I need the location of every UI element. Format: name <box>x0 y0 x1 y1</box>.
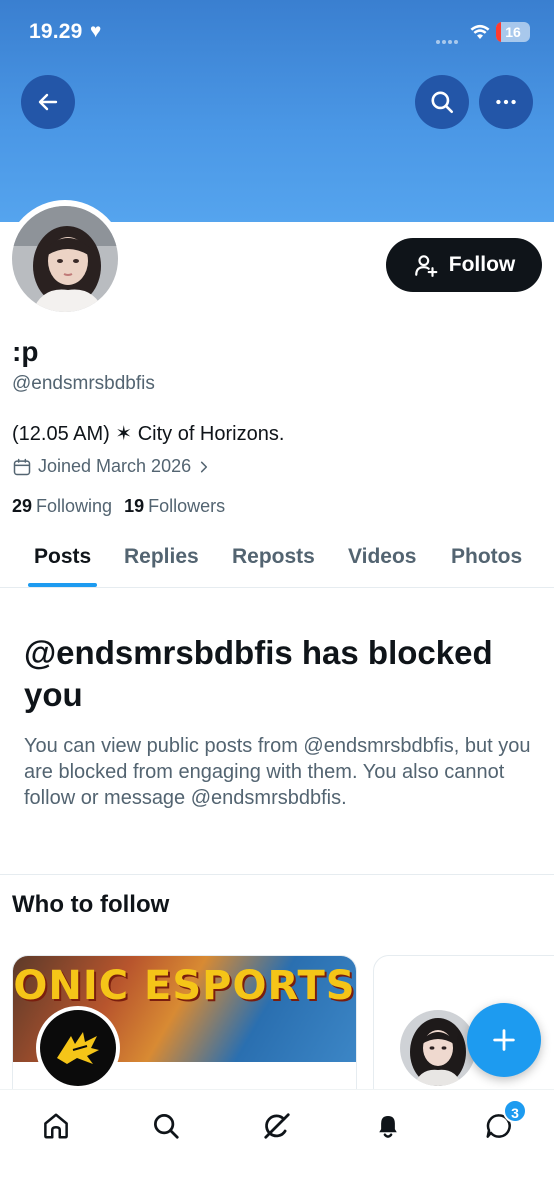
avatar-photo <box>12 206 118 312</box>
nav-notifications[interactable] <box>370 1108 406 1144</box>
banner-logo-text: ONIC ESPORTS <box>13 963 356 1009</box>
blocked-message: You can view public posts from @endsmrsb… <box>24 735 531 809</box>
active-tab-indicator <box>28 583 97 587</box>
messages-badge: 3 <box>503 1099 527 1123</box>
tab-posts[interactable]: Posts <box>34 545 91 569</box>
nav-search[interactable] <box>148 1108 184 1144</box>
avatar-photo <box>400 1010 476 1086</box>
who-to-follow-title: Who to follow <box>12 891 170 918</box>
more-options-button[interactable] <box>479 75 533 129</box>
wolf-logo-icon <box>57 1032 99 1064</box>
notifications-icon <box>379 1116 397 1138</box>
suggestion-avatar[interactable] <box>36 1006 120 1090</box>
nav-home[interactable] <box>38 1108 74 1144</box>
back-button[interactable] <box>21 75 75 129</box>
bottom-nav <box>0 1089 554 1200</box>
profile-tabs: Posts Replies Reposts Videos Photos <box>0 530 554 588</box>
search-icon <box>431 91 454 114</box>
follow-button-label: Follow <box>448 253 516 276</box>
chevron-right-icon <box>201 461 208 472</box>
blocked-title: @endsmrsbdbfis has blocked you <box>24 634 493 713</box>
follow-button[interactable]: Follow <box>386 238 542 292</box>
more-horizontal-icon <box>496 99 516 105</box>
search-button[interactable] <box>415 75 469 129</box>
tab-photos[interactable]: Photos <box>451 545 522 569</box>
grok-icon <box>264 1113 290 1139</box>
following-stat[interactable]: 29 Following <box>12 496 112 517</box>
followers-count: 19 <box>124 496 145 516</box>
plus-icon <box>493 1029 515 1051</box>
following-count: 29 <box>12 496 33 516</box>
heart-icon: ♥ <box>90 21 102 42</box>
display-name: :p <box>12 336 39 367</box>
joined-label: Joined March 2026 <box>38 456 192 476</box>
status-bar: 19.29 ♥ 16 <box>0 0 554 66</box>
add-user-icon <box>414 255 438 277</box>
tab-replies[interactable]: Replies <box>124 545 199 569</box>
suggestion-avatar[interactable] <box>400 1010 476 1086</box>
tab-reposts[interactable]: Reposts <box>232 545 315 569</box>
followers-stat[interactable]: 19 Followers <box>124 496 225 517</box>
following-label: Following <box>36 496 113 516</box>
calendar-icon <box>13 458 31 475</box>
compose-button[interactable] <box>467 1003 541 1077</box>
joined-date[interactable]: Joined March 2026 <box>12 456 211 477</box>
profile-avatar[interactable] <box>12 206 118 312</box>
follow-stats: 29 Following 19 Followers <box>12 496 225 517</box>
nav-grok[interactable] <box>259 1108 295 1144</box>
wifi-icon <box>470 24 490 39</box>
arrow-left-icon <box>38 93 58 111</box>
home-icon <box>44 1113 68 1139</box>
bio: (12.05 AM) ✶ City of Horizons. <box>12 423 285 445</box>
search-icon <box>154 1114 179 1139</box>
tab-videos[interactable]: Videos <box>348 545 416 569</box>
battery-icon: 16 <box>496 22 530 42</box>
signal-icon <box>436 31 460 49</box>
status-time: 19.29 <box>29 20 83 43</box>
handle: @endsmrsbdbfis <box>12 373 155 394</box>
followers-label: Followers <box>148 496 226 516</box>
section-divider <box>0 874 554 875</box>
